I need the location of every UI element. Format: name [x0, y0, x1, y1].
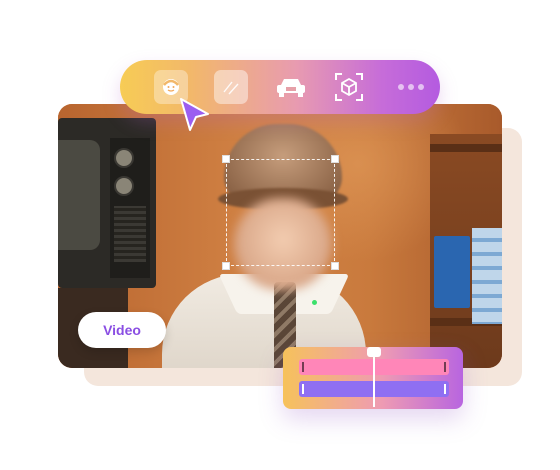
resize-handle-bottom-right[interactable] [331, 262, 339, 270]
track-trim-handle-left[interactable] [302, 362, 304, 372]
box-target-icon [335, 73, 363, 101]
more-dots-icon [398, 84, 424, 90]
shelf-board [430, 144, 502, 152]
car-icon [277, 79, 305, 97]
tv-speaker-grille [114, 206, 146, 262]
resize-handle-bottom-left[interactable] [222, 262, 230, 270]
tv-knob [114, 148, 134, 168]
object-tool[interactable] [332, 70, 366, 104]
tv-screen [58, 140, 100, 250]
mosaic-tool[interactable] [214, 70, 248, 104]
track-trim-handle-right[interactable] [444, 384, 446, 394]
media-type-badge[interactable]: Video [78, 312, 166, 348]
pointer-cursor-icon [180, 98, 209, 131]
more-tools[interactable] [394, 70, 428, 104]
face-selection-box[interactable] [222, 155, 339, 270]
timeline-panel[interactable] [283, 347, 463, 409]
stacked-boxes [472, 228, 502, 324]
retro-tv [58, 118, 156, 288]
track-trim-handle-left[interactable] [302, 384, 304, 394]
resize-handle-top-left[interactable] [222, 155, 230, 163]
blue-box [434, 236, 470, 308]
playhead-handle[interactable] [367, 347, 381, 357]
media-type-label: Video [103, 322, 141, 338]
tv-knob [114, 176, 134, 196]
resize-handle-top-right[interactable] [331, 155, 339, 163]
green-dot [312, 300, 317, 305]
track-trim-handle-right[interactable] [444, 362, 446, 372]
playhead-line[interactable] [373, 349, 375, 407]
blur-toolbar [120, 60, 440, 114]
license-plate-tool[interactable] [274, 70, 308, 104]
blur-stripes-icon [223, 81, 239, 95]
